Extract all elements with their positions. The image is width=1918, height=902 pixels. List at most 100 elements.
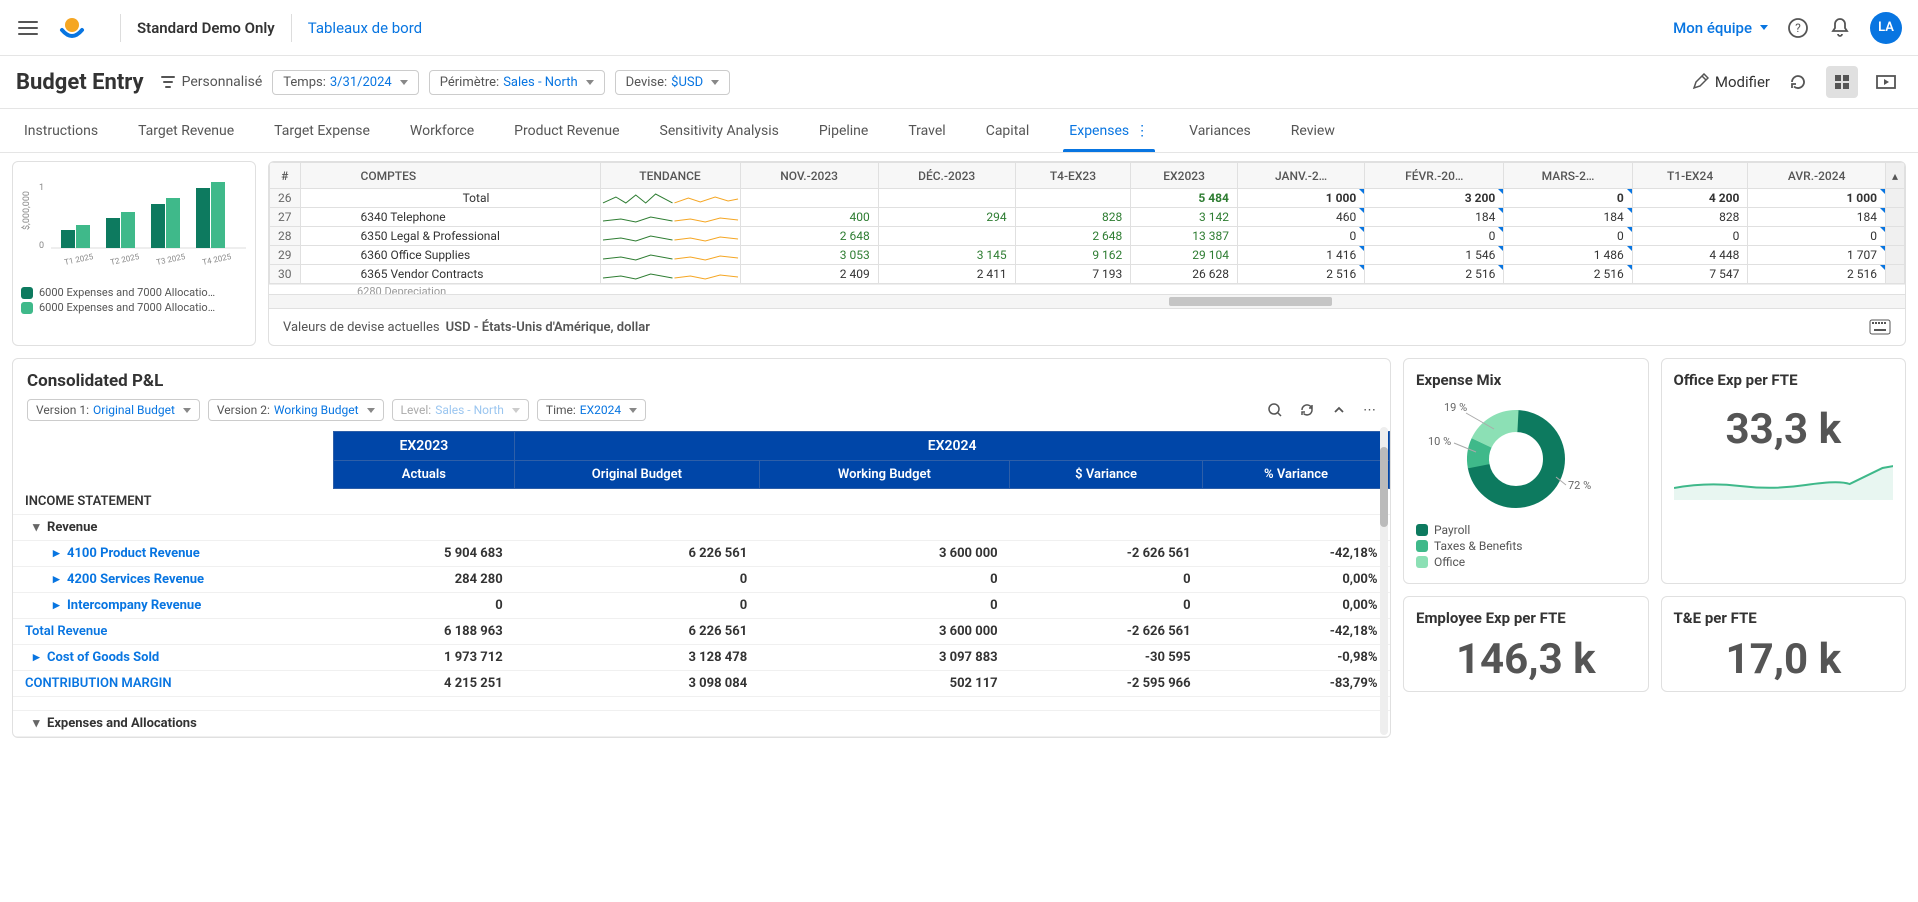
legend-item: Taxes & Benefits xyxy=(1416,539,1636,553)
tab-review[interactable]: Review xyxy=(1291,111,1335,151)
mini-chart-panel: $,000,000 1 0 T1 2025 T2 2025 T3 2025 T4… xyxy=(12,161,256,346)
keyboard-icon[interactable] xyxy=(1869,319,1891,335)
search-icon[interactable] xyxy=(1267,402,1283,418)
pnl-panel: Consolidated P&L Version 1: Original Bud… xyxy=(12,358,1391,738)
metric-value: 33,3 k xyxy=(1674,405,1894,454)
divider xyxy=(120,14,121,42)
legend-item: Office xyxy=(1416,555,1636,569)
tab-expenses[interactable]: Expenses ⋮ xyxy=(1069,111,1149,151)
employee-fte-card: Employee Exp per FTE 146,3 k xyxy=(1403,596,1649,692)
present-icon xyxy=(1876,73,1896,91)
team-dropdown[interactable]: Mon équipe xyxy=(1673,19,1768,37)
page-title: Budget Entry xyxy=(16,70,144,95)
svg-text:T3 2025: T3 2025 xyxy=(156,252,187,267)
tab-capital[interactable]: Capital xyxy=(986,111,1030,151)
pnl-time-filter[interactable]: Time: EX2024 xyxy=(537,399,646,421)
partial-row: 6280 Depreciation xyxy=(269,284,1905,294)
scroll-up-icon[interactable]: ▴ xyxy=(1885,163,1904,189)
personalise-button[interactable]: Personnalisé xyxy=(160,74,263,90)
office-fte-card: Office Exp per FTE 33,3 k xyxy=(1661,358,1907,584)
pnl-row[interactable]: ▸4100 Product Revenue5 904 6836 226 5613… xyxy=(13,540,1390,566)
workday-logo-icon[interactable] xyxy=(56,12,88,44)
svg-text:0: 0 xyxy=(39,241,44,251)
grid-row[interactable]: 306365 Vendor Contracts2 4092 4117 19326… xyxy=(270,265,1905,284)
pnl-row[interactable]: CONTRIBUTION MARGIN4 215 2513 098 084502… xyxy=(13,670,1390,696)
tab-product-revenue[interactable]: Product Revenue xyxy=(514,111,619,151)
tab-pipeline[interactable]: Pipeline xyxy=(819,111,869,151)
legend-item: 6000 Expenses and 7000 Allocatio… xyxy=(21,301,247,314)
expense-mix-card: Expense Mix 19 % 10 % 72 % Payroll xyxy=(1403,358,1649,584)
present-button[interactable] xyxy=(1870,66,1902,98)
tab-menu-icon[interactable]: ⋮ xyxy=(1135,123,1149,139)
card-title: Employee Exp per FTE xyxy=(1416,609,1636,627)
refresh-icon[interactable] xyxy=(1299,402,1315,418)
pnl-table[interactable]: EX2023 EX2024 Actuals Original Budget Wo… xyxy=(13,431,1390,737)
pnl-row[interactable]: ▾Revenue xyxy=(13,514,1390,540)
page-subheader: Budget Entry Personnalisé Temps: 3/31/20… xyxy=(0,56,1918,109)
card-title: T&E per FTE xyxy=(1674,609,1894,627)
donut-chart: 19 % 10 % 72 % xyxy=(1416,397,1596,517)
filter-icon xyxy=(160,74,176,90)
grid-row[interactable]: 296360 Office Supplies3 0533 1459 16229 … xyxy=(270,246,1905,265)
grid-view-button[interactable] xyxy=(1826,66,1858,98)
pnl-row[interactable]: ▾Expenses and Allocations xyxy=(13,710,1390,736)
pnl-title: Consolidated P&L xyxy=(13,359,1390,399)
header-context: Standard Demo Only xyxy=(137,19,275,37)
card-title: Office Exp per FTE xyxy=(1674,371,1894,389)
tab-target-expense[interactable]: Target Expense xyxy=(274,111,370,151)
edit-button[interactable]: Modifier xyxy=(1691,73,1770,91)
svg-text:10 %: 10 % xyxy=(1428,435,1451,448)
metric-value: 146,3 k xyxy=(1416,635,1636,684)
tab-travel[interactable]: Travel xyxy=(908,111,945,151)
tab-instructions[interactable]: Instructions xyxy=(24,111,98,151)
data-grid-panel: # COMPTES TENDANCE NOV.-2023 DÉC.-2023 T… xyxy=(268,161,1906,346)
pnl-row[interactable]: ▸4200 Services Revenue284 2800000,00% xyxy=(13,566,1390,592)
refresh-icon xyxy=(1789,73,1807,91)
divider xyxy=(291,14,292,42)
card-title: Expense Mix xyxy=(1416,371,1636,389)
tab-variances[interactable]: Variances xyxy=(1189,111,1251,151)
grid-row[interactable]: 276340 Telephone4002948283 1424601841848… xyxy=(270,208,1905,227)
tab-workforce[interactable]: Workforce xyxy=(410,111,474,151)
menu-icon[interactable] xyxy=(16,16,40,40)
svg-text:T4 2025: T4 2025 xyxy=(202,252,233,267)
breadcrumb[interactable]: Tableaux de bord xyxy=(308,19,422,37)
sparkline xyxy=(1674,460,1894,500)
horizontal-scrollbar[interactable] xyxy=(269,294,1905,308)
collapse-icon[interactable] xyxy=(1331,402,1347,418)
legend-item: 6000 Expenses and 7000 Allocatio… xyxy=(21,286,247,299)
vertical-scrollbar[interactable] xyxy=(1380,427,1388,735)
svg-text:1: 1 xyxy=(39,183,44,193)
te-fte-card: T&E per FTE 17,0 k xyxy=(1661,596,1907,692)
mini-bar-chart: $,000,000 1 0 T1 2025 T2 2025 T3 2025 T4… xyxy=(21,170,249,280)
grid-row[interactable]: 286350 Legal & Professional2 6482 64813 … xyxy=(270,227,1905,246)
svg-text:T2 2025: T2 2025 xyxy=(110,252,141,267)
currency-filter[interactable]: Devise: $USD xyxy=(615,70,731,95)
refresh-button[interactable] xyxy=(1782,66,1814,98)
grid-icon xyxy=(1833,73,1851,91)
tab-sensitivity[interactable]: Sensitivity Analysis xyxy=(660,111,779,151)
legend-item: Payroll xyxy=(1416,523,1636,537)
grid-row[interactable]: 26Total5 4841 0003 20004 2001 000 xyxy=(270,189,1905,208)
data-grid[interactable]: # COMPTES TENDANCE NOV.-2023 DÉC.-2023 T… xyxy=(269,162,1905,284)
pnl-row[interactable]: ▸Intercompany Revenue00000,00% xyxy=(13,592,1390,618)
help-icon[interactable]: ? xyxy=(1786,16,1810,40)
level-filter[interactable]: Level: Sales - North xyxy=(392,399,529,421)
avatar[interactable]: LA xyxy=(1870,12,1902,44)
perimeter-filter[interactable]: Périmètre: Sales - North xyxy=(429,70,605,95)
version1-filter[interactable]: Version 1: Original Budget xyxy=(27,399,200,421)
svg-text:$,000,000: $,000,000 xyxy=(21,191,32,230)
more-icon[interactable]: ⋯ xyxy=(1363,403,1376,418)
time-filter[interactable]: Temps: 3/31/2024 xyxy=(272,70,418,95)
svg-text:19 %: 19 % xyxy=(1444,401,1467,414)
app-header: Standard Demo Only Tableaux de bord Mon … xyxy=(0,0,1918,56)
version2-filter[interactable]: Version 2: Working Budget xyxy=(208,399,384,421)
pencil-icon xyxy=(1691,73,1709,91)
pnl-row[interactable]: Total Revenue6 188 9636 226 5613 600 000… xyxy=(13,618,1390,644)
tab-target-revenue[interactable]: Target Revenue xyxy=(138,111,234,151)
pnl-row[interactable]: ▸Cost of Goods Sold1 973 7123 128 4783 0… xyxy=(13,644,1390,670)
currency-note: Valeurs de devise actuellesUSD - États-U… xyxy=(269,308,1905,345)
svg-text:?: ? xyxy=(1795,21,1801,35)
svg-text:72 %: 72 % xyxy=(1568,479,1591,492)
bell-icon[interactable] xyxy=(1828,16,1852,40)
